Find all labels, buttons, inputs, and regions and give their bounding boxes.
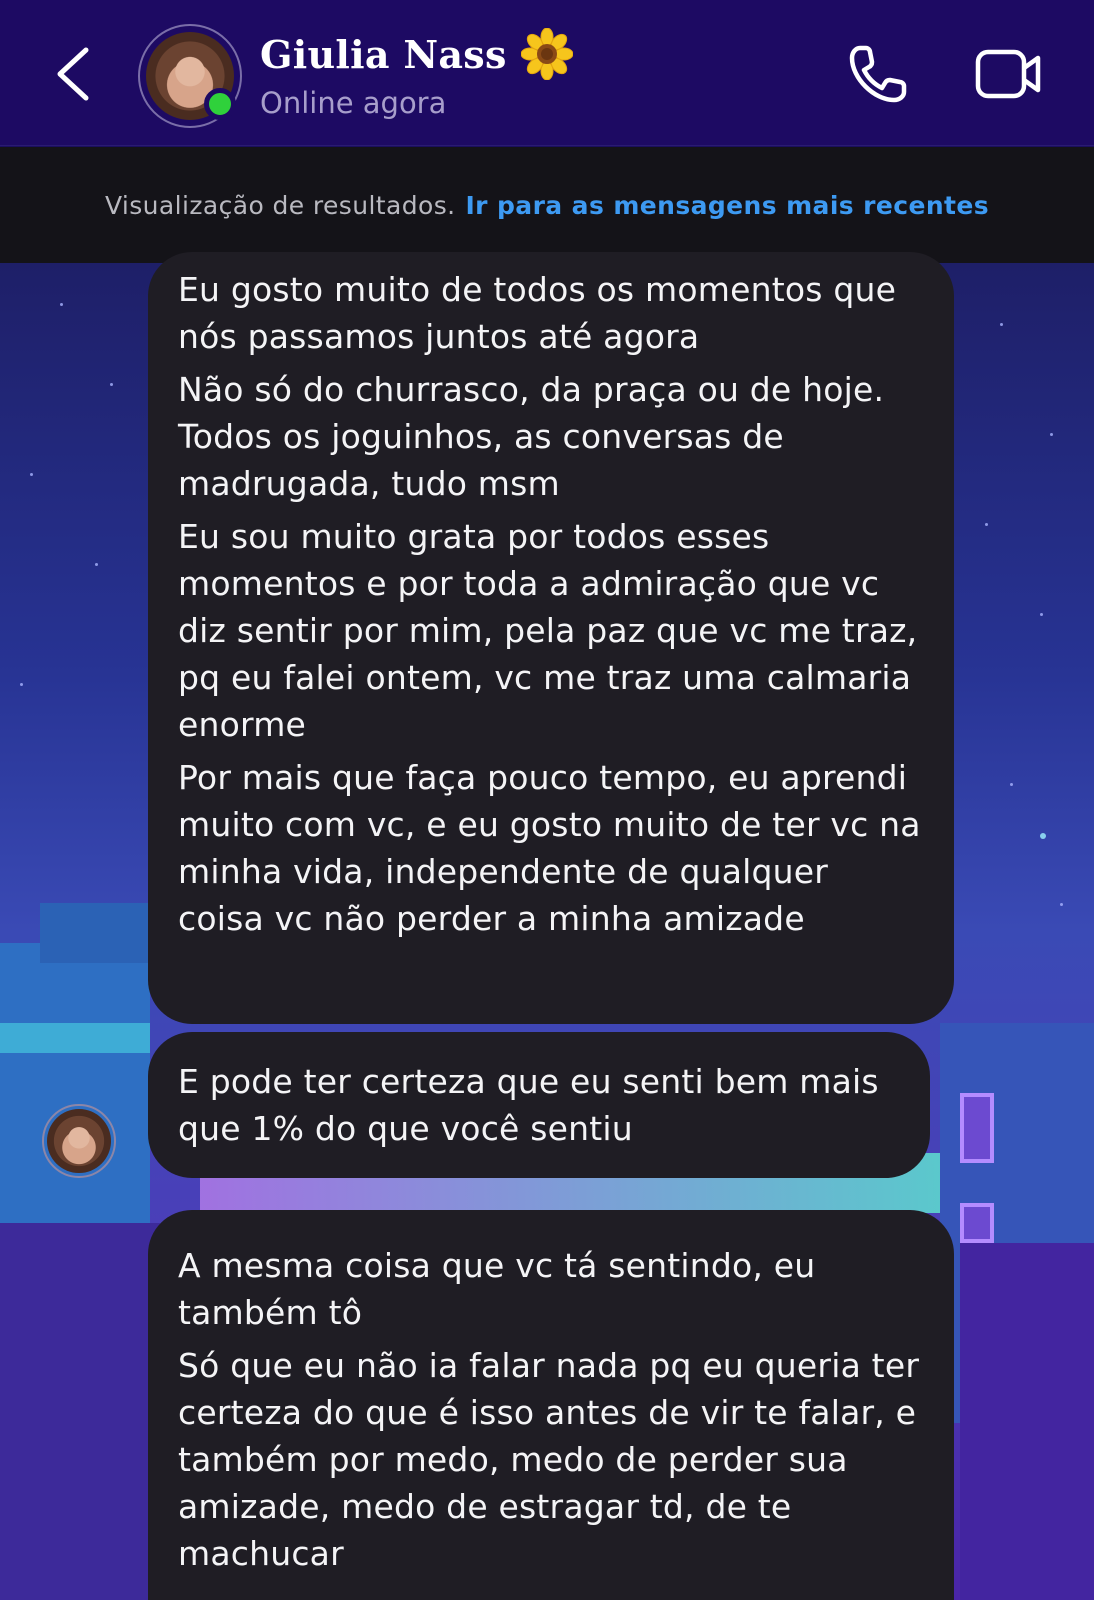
phone-icon[interactable] <box>846 42 910 106</box>
message-bubble[interactable]: A mesma coisa que vc tá sentindo, eu tam… <box>148 1210 954 1600</box>
sender-avatar[interactable] <box>42 1104 116 1178</box>
message-text: Eu gosto muito de todos os momentos que … <box>178 270 897 356</box>
message-text: Não só do churrasco, da praça ou de hoje… <box>178 370 885 503</box>
contact-status: Online agora <box>260 86 447 120</box>
video-camera-icon[interactable] <box>974 44 1044 104</box>
message-bubble[interactable]: Eu gosto muito de todos os momentos que … <box>148 252 954 1024</box>
message-text: Eu sou muito grata por todos esses momen… <box>178 517 918 744</box>
contact-name-row[interactable]: Giulia Nass <box>260 28 573 80</box>
message-text: A mesma coisa que vc tá sentindo, eu tam… <box>178 1246 816 1332</box>
message-text: Só que eu não ia falar nada pq eu queria… <box>178 1346 920 1573</box>
jump-to-recent-link[interactable]: Ir para as mensagens mais recentes <box>465 191 989 220</box>
sunflower-icon <box>520 28 573 80</box>
message-bubble[interactable]: E pode ter certeza que eu senti bem mais… <box>148 1032 930 1178</box>
message-text: E pode ter certeza que eu senti bem mais… <box>178 1062 879 1148</box>
message-text: Por mais que faça pouco tempo, eu aprend… <box>178 758 921 938</box>
chat-header: Giulia Nass Online agora <box>0 0 1094 146</box>
contact-name: Giulia Nass <box>260 31 507 77</box>
notice-text: Visualização de resultados. <box>104 190 456 220</box>
chevron-left-icon[interactable] <box>48 42 100 106</box>
online-status-dot <box>204 88 236 120</box>
search-results-notice: Visualização de resultados. Ir para as m… <box>0 147 1094 263</box>
